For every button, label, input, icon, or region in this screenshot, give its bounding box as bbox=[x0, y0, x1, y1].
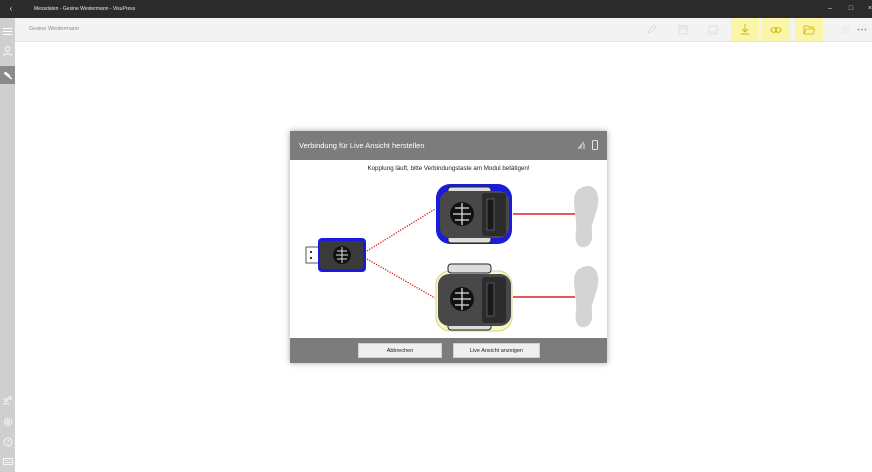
save-as-icon[interactable] bbox=[699, 18, 727, 41]
folder-open-icon[interactable] bbox=[795, 18, 823, 41]
foot-left-icon bbox=[574, 265, 599, 328]
link-icon[interactable] bbox=[762, 18, 790, 41]
device-icon bbox=[592, 140, 598, 150]
window-title: Messdaten - Gesine Westermann - VisuPres… bbox=[34, 6, 136, 12]
usb-dongle-icon bbox=[305, 238, 366, 272]
gear-icon[interactable] bbox=[0, 414, 15, 429]
more-icon[interactable] bbox=[853, 18, 871, 41]
maximize-button[interactable]: □ bbox=[841, 0, 861, 18]
sensor-module-top-icon bbox=[436, 184, 512, 244]
sensor-module-bottom-icon bbox=[435, 263, 513, 332]
toolbar: Gesine Westermann bbox=[15, 18, 872, 42]
pairing-illustration bbox=[290, 181, 607, 338]
save-icon[interactable] bbox=[669, 18, 697, 41]
title-bar: ‹ Messdaten - Gesine Westermann - VisuPr… bbox=[0, 0, 872, 18]
close-button[interactable]: × bbox=[860, 0, 872, 18]
dialog-title: Verbindung für Live Ansicht herstellen bbox=[299, 141, 425, 150]
users-icon[interactable] bbox=[0, 393, 15, 408]
dialog-footer: Abbrechen Live Ansicht anzeigen bbox=[290, 338, 607, 363]
back-icon[interactable]: ‹ bbox=[6, 0, 16, 18]
help-icon[interactable]: ? bbox=[0, 434, 15, 449]
menu-icon[interactable] bbox=[0, 24, 15, 39]
pairing-message: Kopplung läuft, bitte Verbindungstaste a… bbox=[367, 165, 530, 172]
svg-text:?: ? bbox=[6, 440, 9, 446]
connection-dialog: Verbindung für Live Ansicht herstellen K… bbox=[290, 131, 607, 363]
sidebar: ? bbox=[0, 18, 15, 472]
signal-icon bbox=[577, 141, 586, 150]
user-icon[interactable] bbox=[0, 43, 15, 58]
minimize-button[interactable]: – bbox=[820, 0, 840, 18]
foot-right-icon bbox=[574, 185, 599, 248]
download-icon[interactable] bbox=[731, 18, 759, 41]
sensor-icon[interactable] bbox=[0, 66, 15, 84]
keyboard-icon[interactable] bbox=[0, 454, 15, 469]
pen-icon[interactable] bbox=[637, 18, 665, 41]
dialog-header: Verbindung für Live Ansicht herstellen bbox=[290, 131, 607, 160]
patient-name: Gesine Westermann bbox=[29, 26, 80, 32]
cancel-button[interactable]: Abbrechen bbox=[358, 343, 442, 358]
show-live-view-button[interactable]: Live Ansicht anzeigen bbox=[453, 343, 540, 358]
